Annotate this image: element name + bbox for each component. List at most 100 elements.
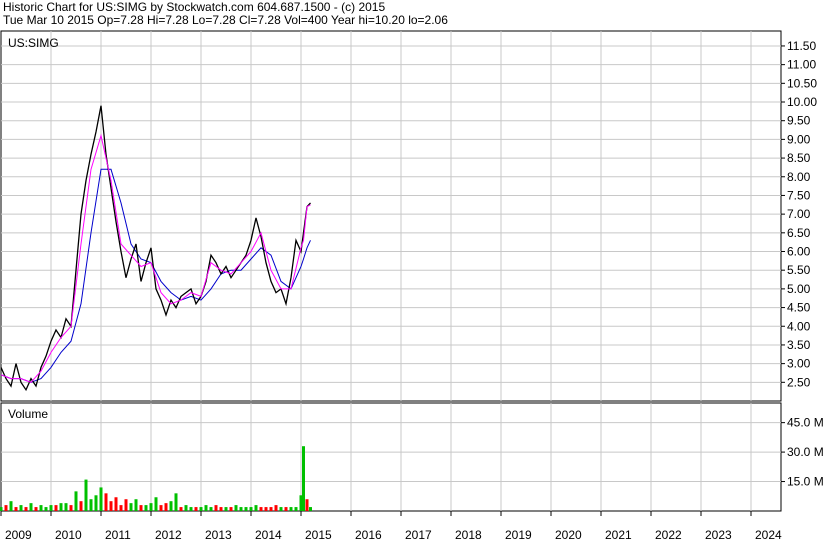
price-tick-label-11.50: 11.50 bbox=[787, 39, 816, 53]
volume-bar-34 bbox=[169, 501, 173, 511]
volume-bar-50 bbox=[249, 507, 253, 511]
x-tick-label-2011: 2011 bbox=[105, 528, 131, 542]
price-tick-label-6.00: 6.00 bbox=[787, 245, 811, 259]
volume-bar-33 bbox=[164, 503, 168, 511]
volume-bar-7 bbox=[34, 507, 38, 511]
price-tick-label-7.00: 7.00 bbox=[787, 207, 811, 221]
price-tick-label-11.00: 11.00 bbox=[787, 58, 816, 72]
price-tick-label-3.00: 3.00 bbox=[787, 357, 811, 371]
x-tick-label-2019: 2019 bbox=[505, 528, 532, 542]
volume-bar-56 bbox=[279, 507, 283, 511]
volume-bar-35 bbox=[174, 493, 178, 511]
volume-bar-0 bbox=[0, 507, 3, 511]
volume-bar-52 bbox=[259, 507, 263, 511]
volume-bar-24 bbox=[119, 505, 123, 511]
volume-bar-57 bbox=[284, 507, 288, 511]
volume-bar-20 bbox=[99, 487, 103, 511]
volume-bar-16 bbox=[79, 501, 83, 511]
x-tick-label-2013: 2013 bbox=[205, 528, 232, 542]
price-panel bbox=[0, 30, 782, 402]
x-tick-label-2015: 2015 bbox=[305, 528, 332, 542]
x-tick-label-2012: 2012 bbox=[155, 528, 182, 542]
volume-panel bbox=[0, 402, 782, 512]
volume-bar-9 bbox=[44, 507, 48, 511]
volume-bar-2 bbox=[9, 501, 13, 511]
price-tick-label-10.00: 10.00 bbox=[787, 95, 817, 109]
volume-bar-37 bbox=[184, 505, 188, 511]
price-tick-label-5.50: 5.50 bbox=[787, 263, 811, 277]
volume-bar-47 bbox=[234, 505, 238, 511]
x-tick-label-2010: 2010 bbox=[55, 528, 82, 542]
volume-tick-label-15.0M: 15.0 M bbox=[787, 475, 824, 489]
volume-bar-1 bbox=[4, 505, 8, 511]
chart-window: Historic Chart for US:SIMG by Stockwatch… bbox=[0, 0, 830, 543]
volume-bar-5 bbox=[24, 507, 28, 511]
volume-bar-3 bbox=[14, 507, 18, 511]
volume-bar-58 bbox=[289, 507, 293, 511]
x-tick-label-2017: 2017 bbox=[405, 528, 432, 542]
x-tick-label-2022: 2022 bbox=[655, 528, 682, 542]
volume-bar-48 bbox=[239, 507, 243, 511]
stock-chart: 2009 2010 2011 2012 2013 2014 2015 2016 2017 2018… bbox=[0, 30, 824, 542]
volume-bar-21 bbox=[104, 493, 108, 511]
price-tick-label-3.50: 3.50 bbox=[787, 338, 811, 352]
price-tick-label-4.00: 4.00 bbox=[787, 319, 811, 333]
volume-bar-22 bbox=[109, 501, 113, 511]
volume-panel-title: Volume bbox=[8, 407, 48, 421]
volume-bar-59 bbox=[294, 507, 298, 511]
volume-bar-51 bbox=[254, 505, 258, 511]
price-tick-label-4.50: 4.50 bbox=[787, 301, 811, 315]
volume-bar-45 bbox=[224, 507, 228, 511]
x-tick-label-2016: 2016 bbox=[355, 528, 382, 542]
price-tick-label-10.50: 10.50 bbox=[787, 76, 817, 90]
price-tick-label-8.50: 8.50 bbox=[787, 151, 811, 165]
volume-bar-42 bbox=[209, 507, 213, 511]
price-panel-title: US:SIMG bbox=[8, 36, 59, 50]
volume-bar-41 bbox=[204, 505, 208, 511]
x-tick-label-2023: 2023 bbox=[705, 528, 732, 542]
x-tick-label-2018: 2018 bbox=[455, 528, 482, 542]
x-tick-label-2021: 2021 bbox=[605, 528, 632, 542]
volume-tick-label-45.0M: 45.0 M bbox=[787, 416, 824, 430]
volume-bar-61 bbox=[302, 446, 305, 511]
volume-bar-4 bbox=[19, 505, 23, 511]
volume-bar-36 bbox=[179, 507, 183, 511]
volume-bar-17 bbox=[84, 479, 88, 511]
price-tick-label-9.50: 9.50 bbox=[787, 114, 811, 128]
volume-bar-10 bbox=[49, 505, 53, 511]
volume-bar-14 bbox=[69, 505, 73, 511]
volume-bar-43 bbox=[214, 505, 218, 511]
price-tick-label-2.50: 2.50 bbox=[787, 375, 811, 389]
volume-tick-label-30.0M: 30.0 M bbox=[787, 445, 824, 459]
volume-bar-46 bbox=[229, 507, 233, 511]
volume-bar-39 bbox=[194, 507, 198, 511]
volume-bar-6 bbox=[29, 503, 33, 511]
volume-bar-54 bbox=[269, 507, 273, 511]
x-tick-label-2014: 2014 bbox=[255, 528, 282, 542]
volume-bar-62 bbox=[305, 499, 309, 511]
volume-bar-49 bbox=[244, 507, 248, 511]
volume-bar-11 bbox=[54, 505, 58, 511]
volume-bar-44 bbox=[219, 507, 223, 511]
price-tick-label-5.00: 5.00 bbox=[787, 282, 811, 296]
volume-bar-8 bbox=[39, 505, 43, 511]
volume-bar-29 bbox=[144, 505, 148, 511]
x-tick-label-2024: 2024 bbox=[755, 528, 782, 542]
volume-bar-18 bbox=[89, 499, 93, 511]
volume-bar-23 bbox=[114, 497, 118, 511]
volume-bar-28 bbox=[139, 505, 143, 511]
price-tick-label-9.00: 9.00 bbox=[787, 132, 811, 146]
volume-bar-40 bbox=[199, 507, 203, 511]
volume-bar-32 bbox=[159, 505, 163, 511]
price-tick-label-8.00: 8.00 bbox=[787, 170, 811, 184]
volume-bar-15 bbox=[74, 491, 78, 511]
x-tick-label-2020: 2020 bbox=[555, 528, 582, 542]
volume-bar-31 bbox=[154, 497, 158, 511]
x-tick-label-2009: 2009 bbox=[5, 528, 32, 542]
volume-bar-53 bbox=[264, 507, 268, 511]
price-tick-label-7.50: 7.50 bbox=[787, 188, 811, 202]
volume-bar-19 bbox=[94, 495, 98, 511]
volume-bar-55 bbox=[274, 505, 278, 511]
volume-bar-26 bbox=[129, 503, 133, 511]
volume-bar-38 bbox=[189, 507, 193, 511]
